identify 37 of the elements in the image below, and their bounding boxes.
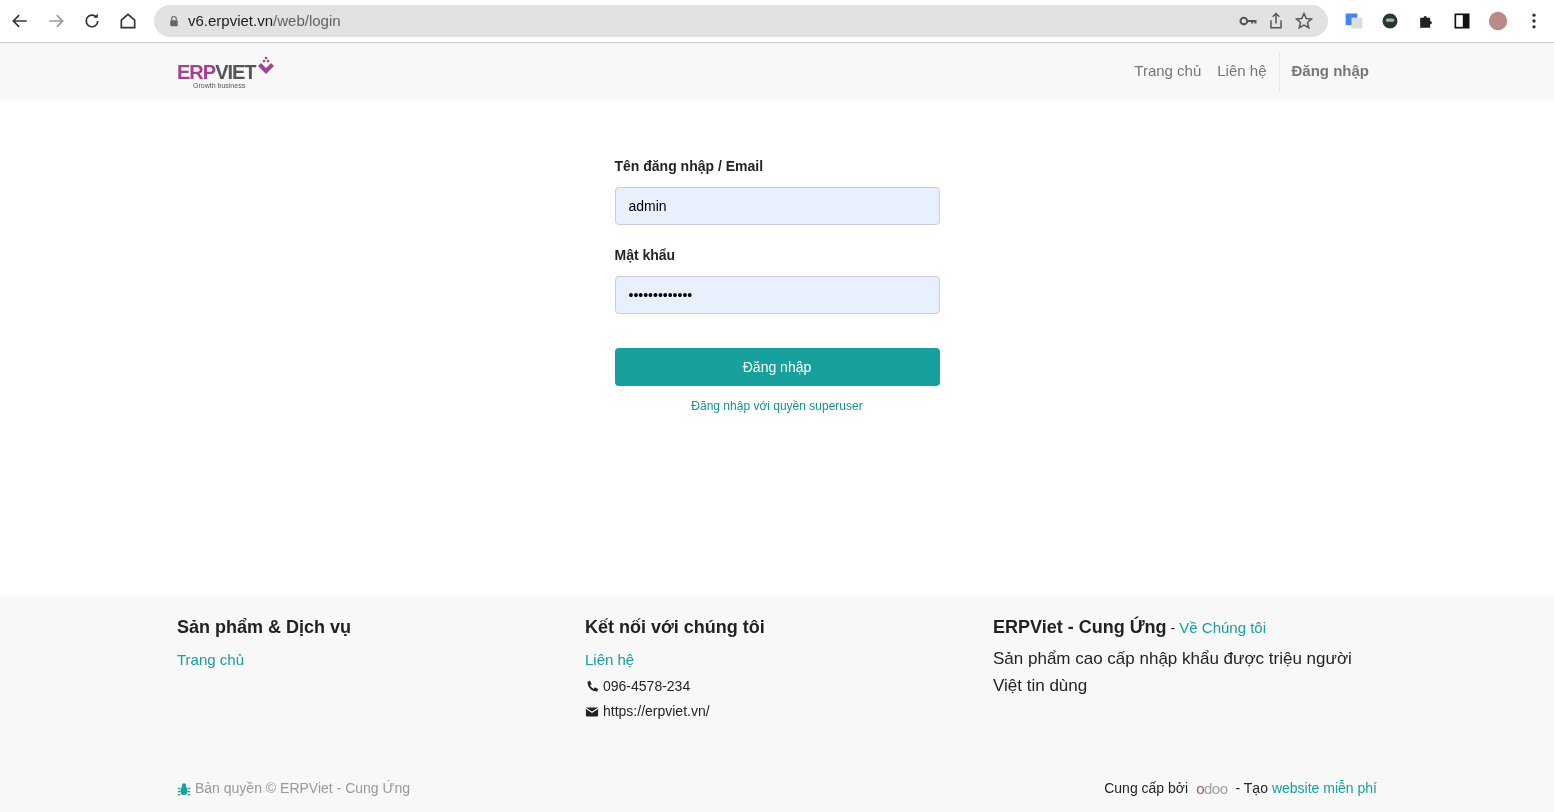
home-icon[interactable] [118, 11, 138, 31]
envelope-icon [585, 704, 599, 718]
avatar-icon[interactable] [1488, 11, 1508, 31]
sidebar-icon[interactable] [1452, 11, 1472, 31]
login-button[interactable]: Đăng nhập [614, 348, 940, 386]
field-label: Mật khẩu [614, 246, 677, 265]
footer-heading: ERPViet - Cung Ứng [993, 615, 1167, 639]
contact-text: https://erpviet.vn/ [603, 701, 710, 721]
reload-icon[interactable] [82, 11, 102, 31]
input-field[interactable]: admin [614, 187, 940, 225]
input-field[interactable]: ••••••••••••• [614, 276, 940, 314]
create-text: - Tạo [1235, 779, 1268, 799]
footer-link[interactable]: Liên hệ [585, 651, 635, 668]
phone-icon [585, 679, 599, 693]
about-text: Sản phẩm cao cấp nhập khẩu được triệu người Việt tin dùng [993, 648, 1353, 698]
footer-heading: Kết nối với chúng tôi [585, 616, 766, 639]
translate-icon[interactable] [1344, 11, 1364, 31]
lock-icon [168, 15, 180, 27]
footer-link[interactable]: Về Chúng tôi [1179, 617, 1266, 640]
url-path: /web/login [273, 10, 341, 31]
star-icon[interactable] [1294, 11, 1314, 31]
bug-icon [177, 781, 191, 796]
superuser-link[interactable]: Đăng nhập với quyền superuser [691, 399, 863, 413]
address-bar[interactable]: v6.erpviet.vn/web/login [154, 5, 1328, 37]
footer-link[interactable]: Trang chủ [177, 651, 244, 668]
powered-by-text: Cung cấp bởi [1104, 779, 1189, 799]
nav-link[interactable]: Trang chủ [1126, 56, 1210, 87]
footer-heading: Sản phẩm & Dịch vụ [177, 616, 353, 639]
field-label: Tên đăng nhập / Email [614, 157, 765, 176]
nav-link[interactable]: Liên hệ [1209, 56, 1275, 87]
url-host: v6.erpviet.vn [188, 10, 274, 31]
contact-text: 096-4578-234 [603, 676, 691, 696]
copyright-text: Bản quyền © ERPViet - Cung Ứng [195, 779, 411, 799]
create-website-link[interactable]: website miễn phí [1271, 778, 1377, 800]
odoo-logo: odoo [1196, 778, 1228, 799]
nav-link[interactable]: Đăng nhập [1283, 56, 1377, 87]
separator-text: - [1170, 619, 1176, 638]
